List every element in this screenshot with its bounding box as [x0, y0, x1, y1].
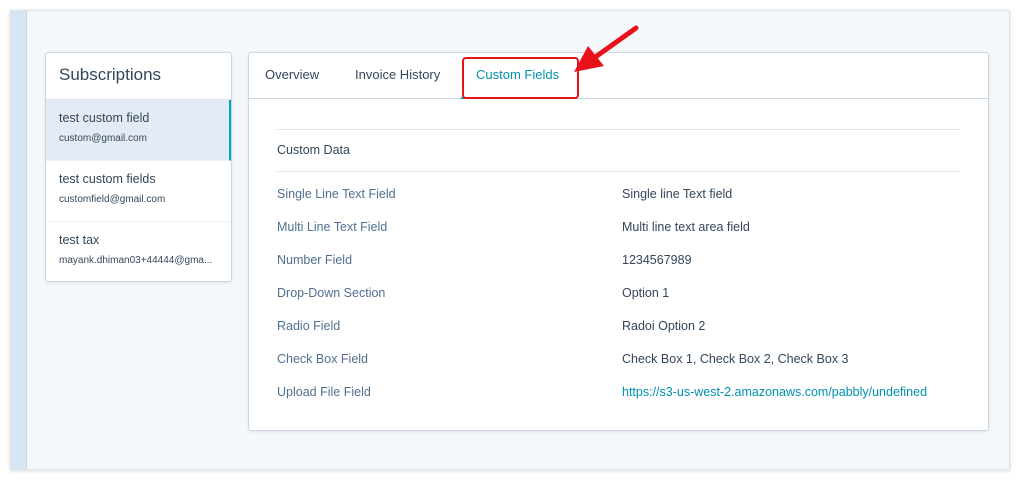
tab-invoice-history[interactable]: Invoice History: [355, 53, 440, 99]
field-row: Check Box Field Check Box 1, Check Box 2…: [277, 337, 960, 370]
app-window: Subscriptions test custom field custom@g…: [10, 10, 1010, 470]
field-row: Multi Line Text Field Multi line text ar…: [277, 205, 960, 238]
subscription-name: test custom fields: [59, 172, 156, 186]
subscription-item[interactable]: test custom fields customfield@gmail.com: [46, 161, 231, 222]
file-url-link[interactable]: https://s3-us-west-2.amazonaws.com/pabbl…: [622, 385, 927, 399]
subscription-email: custom@gmail.com: [59, 133, 147, 144]
field-value: Single line Text field: [622, 187, 733, 201]
field-row: Number Field 1234567989: [277, 238, 960, 271]
field-value: Option 1: [622, 286, 670, 300]
field-label: Drop-Down Section: [277, 286, 386, 300]
field-label: Multi Line Text Field: [277, 220, 388, 234]
subscriptions-panel: Subscriptions test custom field custom@g…: [45, 52, 232, 282]
subscription-email: mayank.dhiman03+44444@gma...: [59, 255, 213, 266]
field-value: Check Box 1, Check Box 2, Check Box 3: [622, 352, 849, 366]
field-row: Radio Field Radoi Option 2: [277, 304, 960, 337]
custom-data-section: Custom Data Single Line Text Field Singl…: [277, 129, 960, 403]
field-row: Single Line Text Field Single line Text …: [277, 172, 960, 205]
field-label: Single Line Text Field: [277, 187, 396, 201]
tab-overview[interactable]: Overview: [265, 53, 319, 99]
subscription-detail-panel: Overview Invoice History Custom Fields C…: [248, 52, 989, 431]
field-value: Multi line text area field: [622, 220, 750, 234]
field-value: Radoi Option 2: [622, 319, 706, 333]
tab-bar: Overview Invoice History Custom Fields: [249, 53, 988, 99]
subscriptions-title: Subscriptions: [46, 53, 231, 100]
field-row: Upload File Field https://s3-us-west-2.a…: [277, 370, 960, 403]
field-value: 1234567989: [622, 253, 692, 267]
subscription-name: test custom field: [59, 111, 150, 125]
subscription-item[interactable]: test tax mayank.dhiman03+44444@gma...: [46, 222, 231, 281]
field-label: Radio Field: [277, 319, 341, 333]
field-label: Number Field: [277, 253, 353, 267]
left-sidebar-strip: [11, 11, 27, 469]
field-label: Check Box Field: [277, 352, 369, 366]
field-row: Drop-Down Section Option 1: [277, 271, 960, 304]
subscription-email: customfield@gmail.com: [59, 194, 166, 205]
subscription-name: test tax: [59, 233, 100, 247]
field-label: Upload File Field: [277, 385, 371, 399]
custom-data-title: Custom Data: [277, 130, 960, 172]
tab-custom-fields[interactable]: Custom Fields: [461, 53, 575, 99]
subscription-item[interactable]: test custom field custom@gmail.com: [46, 100, 231, 161]
